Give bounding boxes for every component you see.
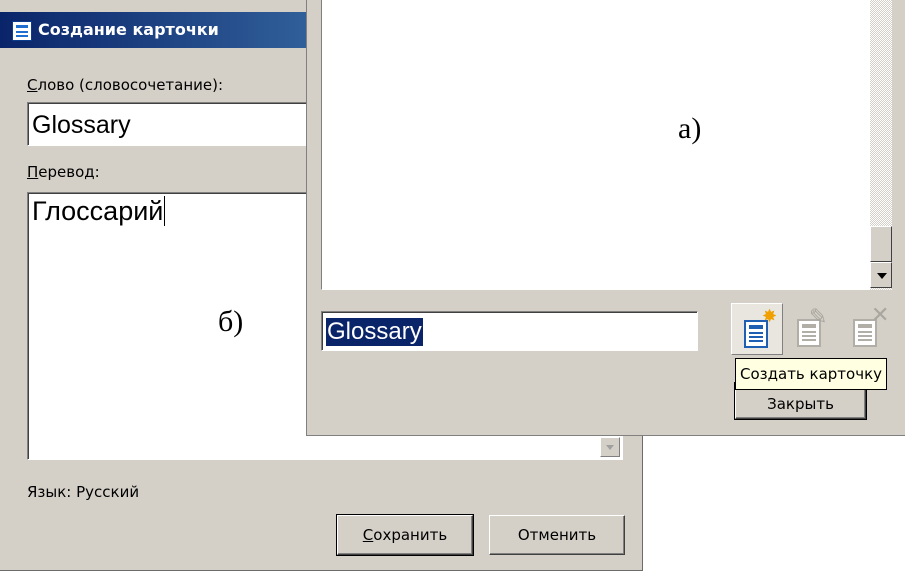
card-list[interactable]: а) bbox=[321, 0, 892, 290]
text-caret bbox=[164, 196, 166, 226]
scroll-down-arrow-icon[interactable] bbox=[870, 262, 892, 288]
create-card-tooltip: Создать карточку bbox=[735, 358, 888, 390]
translation-text: Глоссарий bbox=[32, 196, 166, 226]
figure-label-a: а) bbox=[678, 112, 702, 145]
pencil-icon: ✎ bbox=[809, 305, 828, 330]
word-input-value: Glossary bbox=[32, 111, 131, 139]
delete-card-button[interactable]: ✕ bbox=[841, 303, 893, 355]
list-scrollbar[interactable] bbox=[870, 0, 892, 290]
word-label: Слово (словосочетание): bbox=[27, 76, 224, 94]
save-button[interactable]: Сохранить bbox=[336, 514, 474, 556]
figure-label-b: б) bbox=[218, 305, 244, 338]
dialog-title: Создание карточки bbox=[38, 20, 219, 39]
star-burst-icon: ✸ bbox=[762, 306, 778, 327]
card-icon bbox=[12, 21, 32, 41]
cancel-button[interactable]: Отменить bbox=[489, 515, 625, 555]
search-input[interactable]: Glossary bbox=[321, 311, 698, 351]
translation-label: Перевод: bbox=[27, 163, 100, 181]
glossary-window: а) Glossary ✸ ✎ ✕ Закрыть Создать карточ… bbox=[306, 0, 905, 436]
edit-card-button[interactable]: ✎ bbox=[785, 303, 837, 355]
search-input-value: Glossary bbox=[326, 318, 423, 346]
language-text: Язык: Русский bbox=[27, 483, 140, 501]
create-card-button[interactable]: ✸ bbox=[731, 303, 783, 355]
delete-x-icon: ✕ bbox=[871, 303, 890, 328]
scroll-down-arrow-icon[interactable] bbox=[600, 437, 620, 457]
scrollbar-thumb[interactable] bbox=[870, 226, 892, 262]
